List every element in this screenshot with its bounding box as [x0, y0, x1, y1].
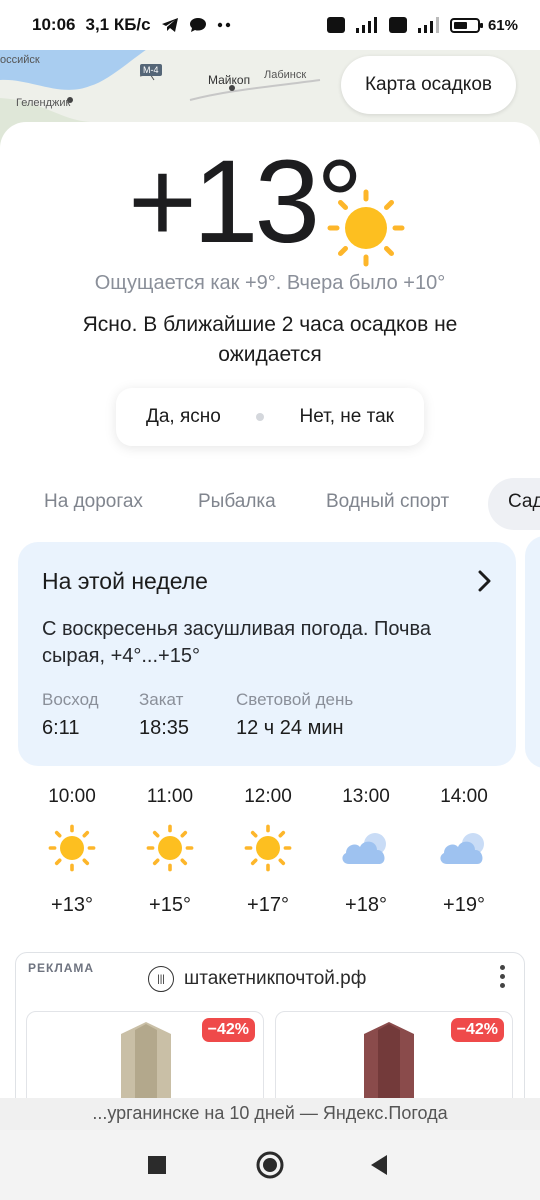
hour-temp: +18°	[345, 894, 387, 916]
hour-temp: +17°	[247, 894, 289, 916]
hour-item[interactable]: 13:00 +18°	[326, 786, 406, 917]
condition-text: Ясно. В ближайшие 2 часа осадков не ожид…	[82, 313, 458, 366]
tab-roads[interactable]: На дорогах	[44, 491, 143, 513]
ad-site-name: штакетникпочтой.рф	[184, 968, 367, 989]
hourly-forecast: 10:00 +13° 11:00 +15° 12:00 +17° 13:00 +…	[0, 786, 540, 926]
week-title: На этой неделе	[42, 568, 208, 594]
recent-apps-icon[interactable]	[146, 1154, 168, 1176]
hour-item[interactable]: 14:00 +19°	[424, 786, 504, 917]
map-label: Майкоп	[208, 73, 251, 87]
discount-badge: −42%	[201, 1018, 255, 1042]
next-card-partial[interactable]	[525, 536, 540, 768]
current-weather: +13°	[0, 136, 540, 268]
daylight-value: 12 ч 24 мин	[236, 717, 344, 739]
volte-icon	[388, 16, 408, 34]
navigation-bar	[0, 1130, 540, 1200]
fence-logo-icon: |||	[148, 966, 174, 992]
hour-time: 11:00	[146, 786, 194, 807]
hour-temp: +15°	[149, 894, 191, 916]
ad-label: РЕКЛАМА	[28, 961, 95, 975]
cloud-icon	[326, 818, 406, 878]
sunrise-stat: Восход 6:11	[42, 690, 99, 740]
hour-temp: +13°	[51, 894, 93, 916]
map-label: Геленджик	[16, 97, 71, 109]
network-speed: 3,1 КБ/с	[85, 15, 151, 34]
sunrise-label: Восход	[42, 690, 99, 709]
current-temperature: +13°	[128, 136, 363, 268]
sun-icon	[327, 189, 405, 267]
activity-tabs: · На дорогах Рыбалка Водный спорт Сад	[0, 478, 540, 530]
more-dots-icon	[217, 22, 231, 28]
battery-icon	[449, 17, 483, 33]
tab-fishing[interactable]: Рыбалка	[198, 491, 276, 513]
signal-icon	[416, 16, 442, 34]
status-time: 10:06	[32, 15, 76, 34]
hour-time: 13:00	[342, 786, 390, 807]
telegram-icon	[161, 17, 179, 33]
daylight-label: Световой день	[236, 690, 354, 709]
week-summary-card[interactable]: На этой неделе С воскресенья засушливая …	[18, 542, 516, 766]
tab-water-sports[interactable]: Водный спорт	[326, 491, 449, 513]
chat-icon	[189, 17, 207, 33]
sun-icon	[32, 818, 112, 878]
discount-badge: −42%	[450, 1018, 504, 1042]
feedback-yes-button[interactable]: Да, ясно	[146, 406, 221, 428]
sunset-label: Закат	[139, 690, 184, 709]
feedback-no-button[interactable]: Нет, не так	[299, 406, 394, 428]
sunrise-value: 6:11	[42, 717, 80, 739]
map-label: оссийск	[0, 54, 40, 66]
sunset-value: 18:35	[139, 717, 190, 739]
week-description: С воскресенья засушливая погода. Почва с…	[42, 618, 431, 667]
feels-like-text: Ощущается как +9°. Вчера было +10°	[94, 272, 446, 294]
ad-site[interactable]: ||| штакетникпочтой.рф	[148, 966, 366, 992]
chevron-right-icon[interactable]	[478, 570, 492, 592]
forecast-feedback: Да, ясно Нет, не так	[116, 388, 424, 446]
sun-icon	[228, 818, 308, 878]
highway-label: М-4	[140, 64, 162, 76]
hour-item[interactable]: 11:00 +15°	[130, 786, 210, 917]
hour-time: 10:00	[48, 786, 96, 807]
precipitation-map-button[interactable]: Карта осадков	[340, 56, 516, 114]
sunset-stat: Закат 18:35	[139, 690, 189, 740]
hour-item[interactable]: 12:00 +17°	[228, 786, 308, 917]
hour-time: 12:00	[244, 786, 292, 807]
cloud-icon	[424, 818, 504, 878]
volte-icon	[326, 16, 346, 34]
home-icon[interactable]	[255, 1150, 285, 1180]
status-bar: 10:06 3,1 КБ/с 61%	[0, 0, 540, 50]
sun-icon	[130, 818, 210, 878]
hour-temp: +19°	[443, 894, 485, 916]
battery-percent: 61%	[487, 16, 518, 34]
map-label: Лабинск	[264, 69, 307, 81]
separator-dot	[256, 413, 265, 421]
more-vertical-icon[interactable]	[500, 965, 506, 992]
page-title-bar[interactable]: ...урганинске на 10 дней — Яндекс.Погода	[0, 1098, 540, 1130]
back-icon[interactable]	[368, 1153, 390, 1177]
signal-icon	[354, 16, 380, 34]
daylight-stat: Световой день 12 ч 24 мин	[236, 690, 353, 740]
hour-time: 14:00	[440, 786, 488, 807]
tab-garden[interactable]: Сад	[488, 478, 540, 530]
hour-item[interactable]: 10:00 +13°	[32, 786, 112, 917]
